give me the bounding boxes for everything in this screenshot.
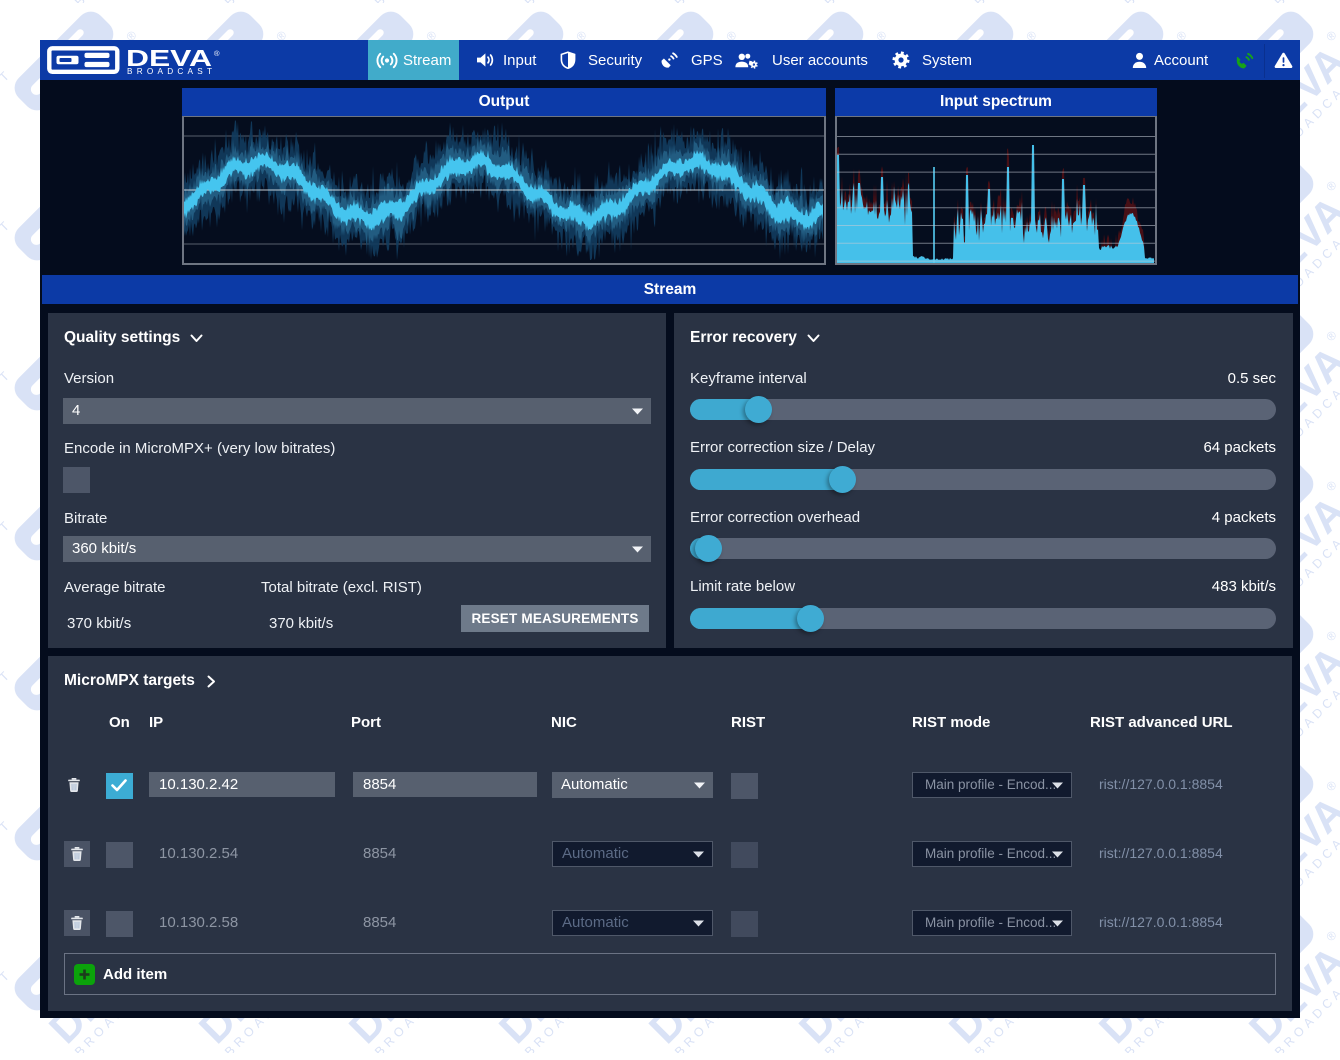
svg-text:®: ® [214, 49, 220, 58]
svg-text:BROADCAST: BROADCAST [127, 67, 212, 75]
